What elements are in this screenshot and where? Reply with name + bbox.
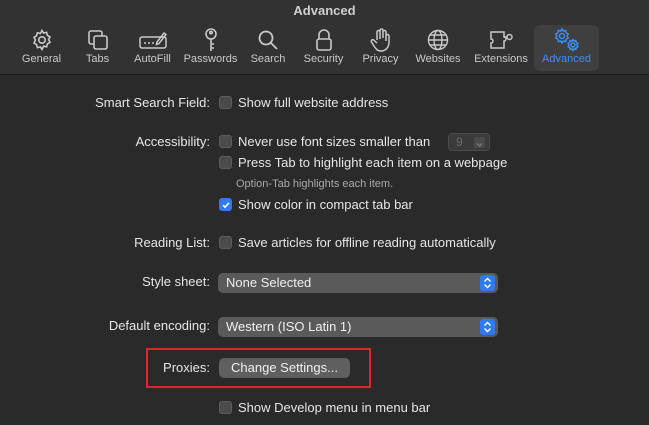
preferences-toolbar-area: Advanced General Tabs AutoFill Passwords [0,0,649,75]
style-sheet-popup[interactable]: None Selected [218,273,498,293]
checkbox-box [219,236,232,249]
min-font-size-value: 9 [456,135,463,149]
style-sheet-label: Style sheet: [142,274,210,289]
tab-advanced-label: Advanced [542,53,591,65]
gear-icon [30,26,54,53]
checkbox-box [219,401,232,414]
tab-tabs[interactable]: Tabs [69,25,126,71]
magnifier-icon [256,26,280,53]
tab-autofill[interactable]: AutoFill [126,25,179,71]
tab-passwords[interactable]: Passwords [179,25,242,71]
proxies-label: Proxies: [163,360,210,375]
tab-passwords-label: Passwords [183,53,238,65]
globe-icon [426,26,450,53]
develop-menu-checkbox[interactable]: Show Develop menu in menu bar [219,400,430,415]
up-down-arrows-icon [480,319,495,335]
compact-tab-color-text: Show color in compact tab bar [238,197,413,212]
tab-security[interactable]: Security [294,25,353,71]
tabs-icon [86,26,110,53]
tab-websites-label: Websites [415,53,461,65]
show-full-address-checkbox[interactable]: Show full website address [219,95,388,110]
tab-autofill-label: AutoFill [134,53,171,65]
checkbox-box [219,96,232,109]
tab-privacy[interactable]: Privacy [353,25,408,71]
default-encoding-value: Western (ISO Latin 1) [226,319,352,334]
checkbox-box-checked [219,198,232,211]
tab-advanced[interactable]: Advanced [534,25,599,71]
key-icon [199,26,223,53]
compact-tab-color-checkbox[interactable]: Show color in compact tab bar [219,197,413,212]
checkmark-icon [221,201,230,208]
checkbox-box [219,156,232,169]
checkbox-box [219,135,232,148]
gears-icon [552,26,582,53]
min-font-size-checkbox[interactable]: Never use font sizes smaller than [219,134,430,149]
puzzle-icon [488,26,514,53]
tab-highlight-text: Press Tab to highlight each item on a we… [238,155,508,170]
chevron-down-icon [474,137,485,148]
tab-security-label: Security [303,53,344,65]
pencil-field-icon [138,26,168,53]
accessibility-label: Accessibility: [135,134,210,149]
develop-menu-text: Show Develop menu in menu bar [238,400,431,415]
style-sheet-value: None Selected [226,275,312,290]
tab-general[interactable]: General [14,25,69,71]
tab-general-label: General [21,53,62,65]
tab-extensions-label: Extensions [474,53,528,65]
offline-reading-checkbox[interactable]: Save articles for offline reading automa… [219,235,496,250]
smart-search-label: Smart Search Field: [95,95,210,110]
min-font-size-select[interactable]: 9 [448,133,490,151]
offline-reading-text: Save articles for offline reading automa… [238,235,496,250]
window-title: Advanced [293,3,356,18]
tab-highlight-checkbox[interactable]: Press Tab to highlight each item on a we… [219,155,507,170]
min-font-size-text: Never use font sizes smaller than [238,134,431,149]
tab-extensions[interactable]: Extensions [468,25,534,71]
up-down-arrows-icon [480,275,495,291]
reading-list-label: Reading List: [134,235,210,250]
lock-icon [313,26,335,53]
preferences-toolbar: General Tabs AutoFill Passwords Search S… [14,25,599,71]
hand-icon [369,26,393,53]
default-encoding-label: Default encoding: [108,318,210,333]
tab-highlight-hint: Option-Tab highlights each item. [236,178,394,190]
tab-search-label: Search [250,53,286,65]
default-encoding-popup[interactable]: Western (ISO Latin 1) [218,317,498,337]
change-settings-button[interactable]: Change Settings... [219,358,350,378]
tab-search[interactable]: Search [242,25,294,71]
tab-tabs-label: Tabs [85,53,110,65]
show-full-address-text: Show full website address [238,95,389,110]
tab-privacy-label: Privacy [362,53,399,65]
tab-websites[interactable]: Websites [408,25,468,71]
